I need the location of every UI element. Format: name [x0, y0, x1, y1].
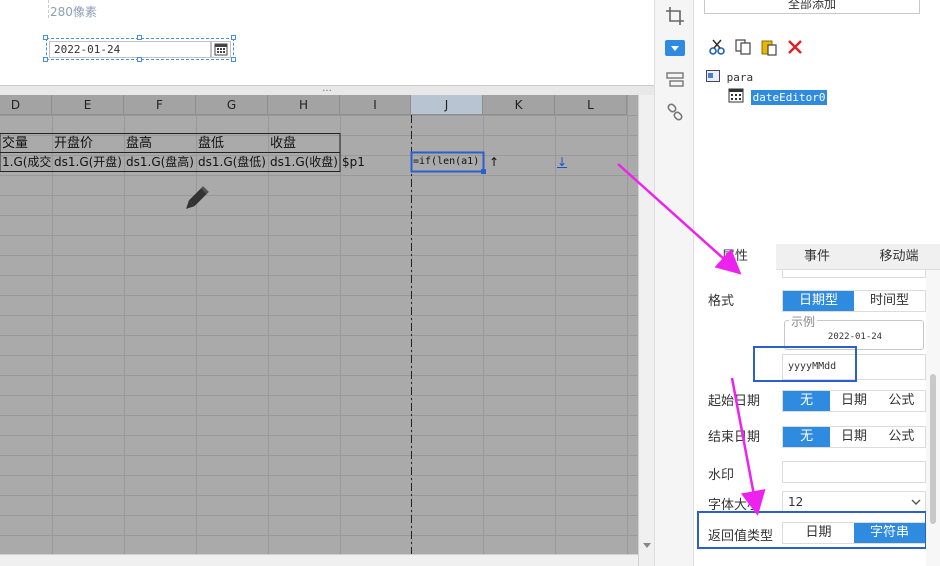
- cut-off-field[interactable]: [782, 270, 926, 278]
- width-guide-line: [48, 0, 49, 18]
- column-header-f[interactable]: F: [124, 95, 196, 115]
- cut-icon[interactable]: [708, 38, 726, 56]
- end-date-label: 结束日期: [708, 430, 761, 445]
- data-cell[interactable]: =if(len(a1): [413, 152, 483, 172]
- column-header-i[interactable]: I: [340, 95, 411, 115]
- calendar-icon[interactable]: [211, 41, 231, 58]
- data-cell[interactable]: ds1.G(收盘): [270, 152, 340, 172]
- option-none[interactable]: 无: [783, 391, 831, 411]
- highlight-pattern-box: [753, 346, 857, 382]
- tab-mobile[interactable]: 移动端: [858, 244, 940, 270]
- example-value: 2022-01-24: [827, 332, 883, 342]
- header-cell[interactable]: 盘低: [198, 134, 268, 154]
- header-cell[interactable]: 盘高: [126, 134, 196, 154]
- column-header-j[interactable]: J: [411, 95, 483, 115]
- pencil-icon: [186, 186, 209, 209]
- start-date-toggle[interactable]: 无 日期 公式: [782, 390, 926, 412]
- form-icon: [706, 70, 720, 82]
- watermark-label: 水印: [708, 468, 735, 483]
- font-size-value: 12: [788, 495, 804, 509]
- data-cell[interactable]: 1.G(成交: [2, 152, 52, 172]
- option-date[interactable]: 日期: [830, 427, 877, 447]
- tree-node-label: para: [726, 71, 754, 84]
- option-date[interactable]: 日期: [830, 391, 877, 411]
- horizontal-scrollbar[interactable]: [0, 554, 638, 566]
- properties-scrollbar[interactable]: [926, 270, 940, 566]
- option-none[interactable]: 无: [783, 427, 831, 447]
- font-size-select[interactable]: 12: [782, 491, 926, 513]
- widget-panel: 全部添加 para dateEditor0 属性 事件 移动端 格式 日期型 时…: [694, 0, 940, 566]
- resize-handle[interactable]: [43, 57, 48, 62]
- data-cell[interactable]: ↓: [557, 152, 627, 172]
- width-label: 280像素: [50, 5, 97, 19]
- column-header-l[interactable]: L: [555, 95, 627, 115]
- format-toggle[interactable]: 日期型 时间型: [782, 290, 926, 312]
- tree-node-para[interactable]: para: [706, 70, 753, 84]
- data-cell[interactable]: ↑: [489, 152, 559, 172]
- data-cell[interactable]: ds1.G(盘高): [126, 152, 196, 172]
- panel-resize-bar[interactable]: ...: [0, 83, 654, 95]
- column-header-e[interactable]: E: [52, 95, 124, 115]
- date-editor-input[interactable]: 2022-01-24: [49, 41, 211, 58]
- spreadsheet[interactable]: DEFGHIJKL 交量 开盘价 盘高 盘低 收盘 1.G(成交 ds1.G(开盘) ds1…: [0, 95, 654, 566]
- option-formula[interactable]: 公式: [878, 391, 925, 411]
- date-editor-widget[interactable]: 2022-01-24: [43, 35, 236, 62]
- copy-icon[interactable]: [734, 38, 752, 56]
- resize-handle[interactable]: [137, 35, 142, 40]
- resize-grip: ...: [322, 83, 332, 94]
- column-header-g[interactable]: G: [196, 95, 268, 115]
- side-toolbar: [654, 0, 694, 566]
- column-header-k[interactable]: K: [483, 95, 555, 115]
- add-all-button[interactable]: 全部添加: [704, 0, 920, 14]
- highlight-return-box: [697, 511, 927, 549]
- header-cell[interactable]: 收盘: [270, 134, 340, 154]
- resize-handle[interactable]: [231, 35, 236, 40]
- tab-properties[interactable]: 属性: [694, 244, 776, 270]
- data-cell[interactable]: ds1.G(盘低): [198, 152, 268, 172]
- delete-icon[interactable]: [786, 38, 804, 56]
- tree-node-date-editor[interactable]: dateEditor0: [728, 88, 828, 105]
- data-cell[interactable]: $p1: [342, 152, 411, 172]
- example-legend: 示例: [789, 313, 818, 330]
- resize-handle[interactable]: [231, 57, 236, 62]
- format-option-date[interactable]: 日期型: [783, 291, 854, 311]
- data-cell[interactable]: ds1.G(开盘): [54, 152, 124, 172]
- vertical-scrollbar[interactable]: [638, 95, 654, 566]
- scroll-thumb[interactable]: [930, 374, 936, 524]
- format-option-time[interactable]: 时间型: [854, 291, 925, 311]
- chevron-down-icon: [911, 499, 921, 505]
- option-formula[interactable]: 公式: [878, 427, 925, 447]
- crop-icon[interactable]: [665, 6, 685, 26]
- end-date-toggle[interactable]: 无 日期 公式: [782, 426, 926, 448]
- header-cell[interactable]: 交量: [2, 134, 52, 154]
- calendar-icon: [728, 88, 744, 103]
- property-tabs: 属性 事件 移动端: [694, 244, 940, 270]
- resize-handle[interactable]: [43, 35, 48, 40]
- parameter-panel: 280像素 2022-01-24: [0, 0, 654, 85]
- format-label: 格式: [708, 294, 735, 309]
- tab-events[interactable]: 事件: [776, 244, 858, 270]
- column-header-d[interactable]: D: [0, 95, 52, 115]
- watermark-input[interactable]: [782, 461, 926, 483]
- column-header-h[interactable]: H: [268, 95, 340, 115]
- resize-handle[interactable]: [137, 57, 142, 62]
- dropdown-widget-icon[interactable]: [661, 38, 689, 58]
- link-icon[interactable]: [665, 102, 685, 122]
- paste-icon[interactable]: [760, 38, 778, 56]
- list-layout-icon[interactable]: [665, 70, 685, 90]
- tree-node-label: dateEditor0: [750, 90, 828, 105]
- properties-pane: 格式 日期型 时间型 示例 2022-01-24 yyyyMMdd 起始日期 无…: [694, 270, 940, 566]
- header-cell[interactable]: 开盘价: [54, 134, 124, 154]
- start-date-label: 起始日期: [708, 394, 761, 409]
